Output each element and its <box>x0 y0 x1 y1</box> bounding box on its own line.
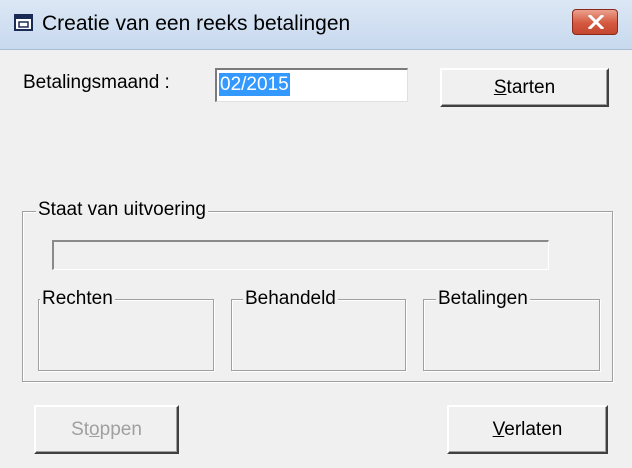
rights-title: Rechten <box>40 288 115 310</box>
start-button-label: tarten <box>506 76 556 98</box>
exit-button-label: erlaten <box>504 418 563 440</box>
payment-month-input[interactable] <box>215 68 408 102</box>
title-bar[interactable]: Creatie van een reeks betalingen <box>0 0 632 50</box>
start-button[interactable]: Starten <box>440 68 609 107</box>
stop-button-rest: ppen <box>99 418 142 440</box>
execution-status-title: Staat van uitvoering <box>36 199 208 221</box>
processed-title: Behandeld <box>243 288 338 310</box>
payment-month-label: Betalingsmaand : <box>23 72 170 93</box>
stop-button-prefix: St <box>71 418 90 440</box>
start-button-mnemonic: S <box>493 76 507 98</box>
dialog-window: Creatie van een reeks betalingen Betalin… <box>0 0 632 468</box>
window-icon <box>14 14 33 31</box>
close-icon <box>588 15 604 29</box>
window-title: Creatie van een reeks betalingen <box>42 12 351 35</box>
close-button[interactable] <box>572 9 618 35</box>
payments-title: Betalingen <box>436 288 530 310</box>
exit-button-mnemonic: V <box>492 418 505 440</box>
exit-button[interactable]: Verlaten <box>447 405 608 454</box>
progress-bar <box>52 240 549 270</box>
stop-button-mnemonic: o <box>89 418 100 440</box>
stop-button[interactable]: Stoppen <box>34 405 179 454</box>
